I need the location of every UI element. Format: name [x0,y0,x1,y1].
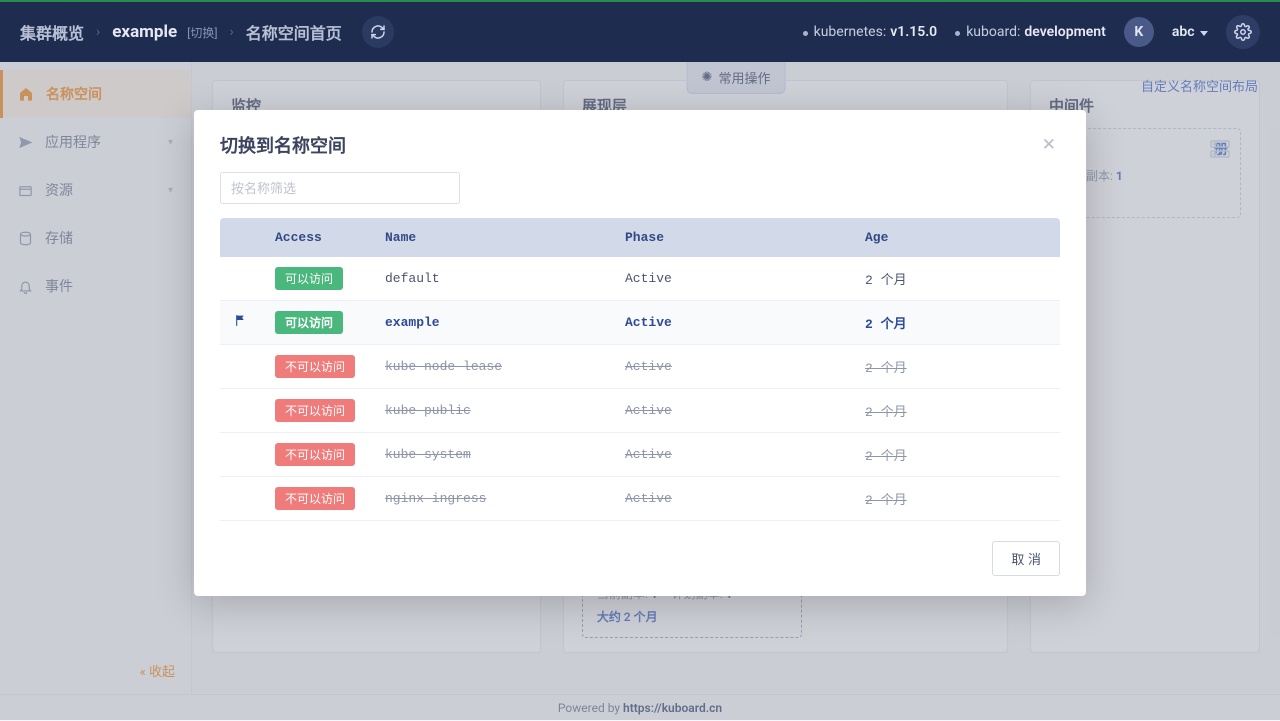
breadcrumb-sep: › [96,24,100,40]
cell-name: kube-system [385,447,471,462]
flag-icon [234,316,247,331]
refresh-icon [370,24,386,40]
breadcrumb-page: 名称空间首页 [246,20,342,44]
switch-namespace-tag[interactable]: [切换] [187,24,217,41]
col-access: Access [261,218,371,257]
cell-phase: Active [625,491,672,506]
cell-name: default [385,271,440,286]
modal-overlay[interactable]: 切换到名称空间 ✕ Access Name Phase Age 可以访问 defa… [0,62,1280,720]
access-badge: 不可以访问 [275,487,355,510]
table-row[interactable]: 不可以访问 kube-system Active 2 个月 [220,433,1060,477]
avatar[interactable]: K [1124,17,1154,47]
k8s-version: kubernetes:v1.15.0 [803,24,938,40]
switch-namespace-modal: 切换到名称空间 ✕ Access Name Phase Age 可以访问 defa… [194,110,1086,596]
cell-age: 2 个月 [865,273,907,288]
kuboard-env: kuboard:development [955,24,1106,40]
namespace-table: Access Name Phase Age 可以访问 default Active 2… [220,218,1060,521]
cell-phase: Active [625,447,672,462]
table-row[interactable]: 不可以访问 nginx-ingress Active 2 个月 [220,477,1060,521]
filter-input[interactable] [220,172,460,204]
cell-phase: Active [625,359,672,374]
col-name: Name [371,218,611,257]
col-age: Age [851,218,1060,257]
table-row[interactable]: 可以访问 default Active 2 个月 [220,257,1060,301]
access-badge: 不可以访问 [275,443,355,466]
access-badge: 不可以访问 [275,399,355,422]
access-badge: 可以访问 [275,267,343,290]
col-flag [220,218,261,257]
breadcrumb-namespace[interactable]: example [112,22,177,42]
close-icon[interactable]: ✕ [1038,133,1060,157]
cell-age: 2 个月 [865,493,907,508]
chevron-down-icon [1200,31,1208,36]
breadcrumb-cluster[interactable]: 集群概览 [20,20,84,44]
cell-name: example [385,315,440,330]
gear-icon [1234,23,1252,41]
breadcrumb-sep: › [230,24,234,40]
refresh-button[interactable] [362,16,394,48]
cell-name: kube-public [385,403,471,418]
cell-phase: Active [625,403,672,418]
modal-title: 切换到名称空间 [220,132,346,158]
cell-age: 2 个月 [865,449,907,464]
cell-phase: Active [625,271,672,286]
cancel-button[interactable]: 取 消 [992,541,1060,576]
table-row[interactable]: 可以访问 example Active 2 个月 [220,301,1060,345]
col-phase: Phase [611,218,851,257]
cell-phase: Active [625,315,672,330]
user-menu[interactable]: abc [1172,24,1208,40]
cell-age: 2 个月 [865,405,907,420]
cell-age: 2 个月 [865,317,907,332]
cell-age: 2 个月 [865,361,907,376]
cell-name: kube-node-lease [385,359,502,374]
access-badge: 不可以访问 [275,355,355,378]
header: 集群概览 › example [切换] › 名称空间首页 kubernetes:… [0,2,1280,62]
cell-name: nginx-ingress [385,491,486,506]
settings-button[interactable] [1226,15,1260,49]
access-badge: 可以访问 [275,311,343,334]
table-row[interactable]: 不可以访问 kube-node-lease Active 2 个月 [220,345,1060,389]
table-row[interactable]: 不可以访问 kube-public Active 2 个月 [220,389,1060,433]
